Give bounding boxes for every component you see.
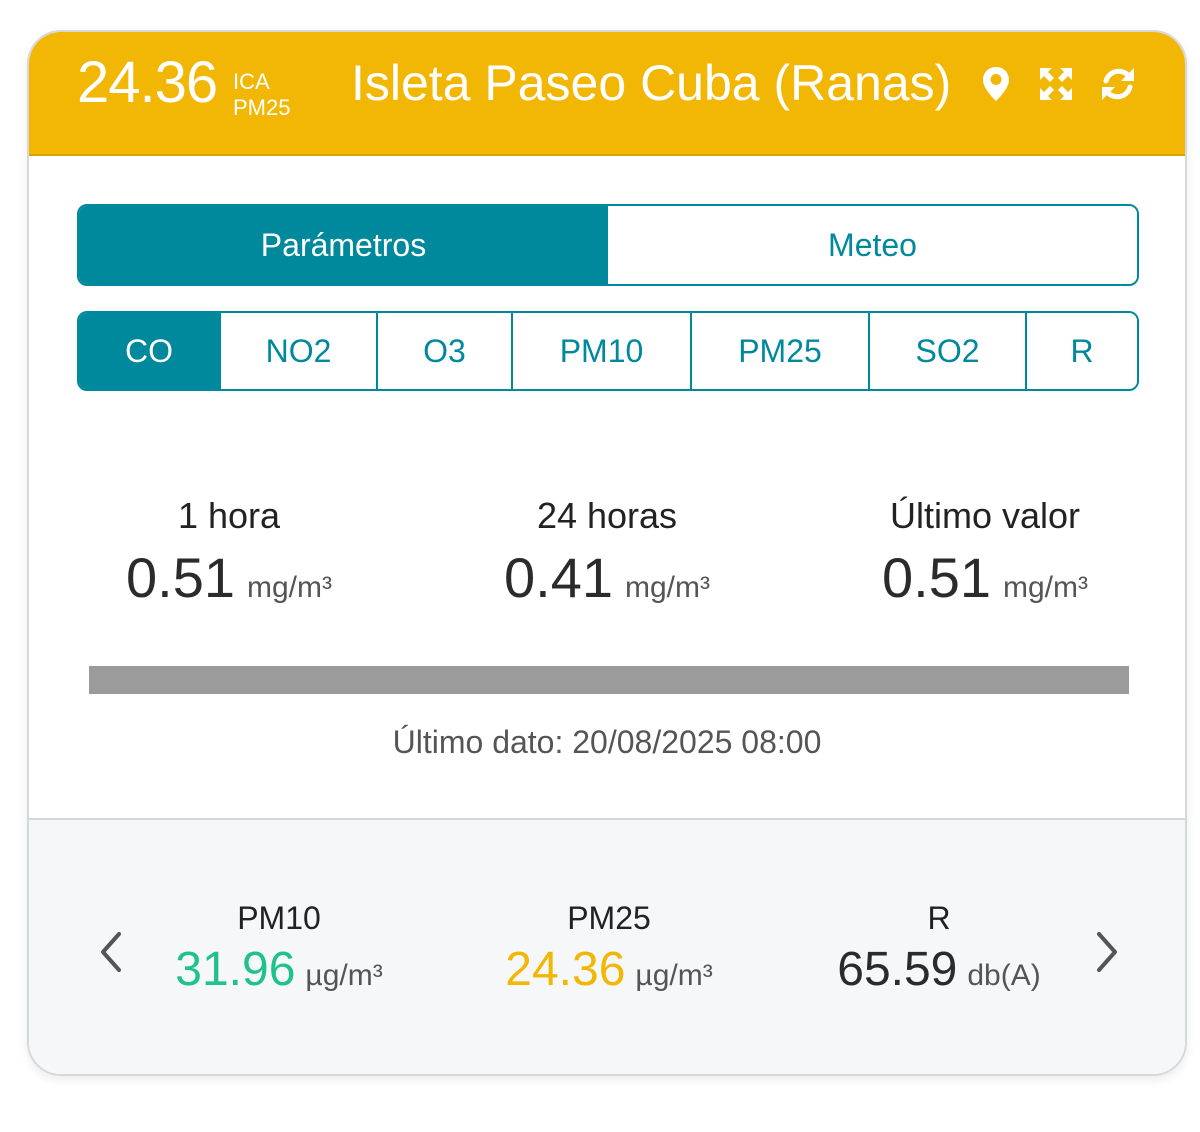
summary-label: PM10: [237, 900, 321, 936]
param-pm10[interactable]: PM10: [513, 313, 692, 389]
summary-unit: µg/m³: [635, 959, 713, 992]
view-tabs: Parámetros Meteo: [77, 204, 1139, 286]
level-bar: [89, 666, 1129, 694]
param-co[interactable]: CO: [79, 313, 221, 389]
expand-icon[interactable]: [1036, 64, 1076, 104]
ica-pollutant: PM25: [233, 95, 291, 120]
station-header: 24.36 ICA PM25 Isleta Paseo Cuba (Ranas): [29, 32, 1185, 156]
stat-24-horas: 24 horas 0.41 mg/m³: [437, 494, 777, 610]
stat-value: 0.41: [504, 546, 613, 609]
summary-value: 65.59: [837, 943, 958, 996]
stat-label: 1 hora: [177, 495, 281, 536]
summary-carousel: PM10 31.96 µg/m³ PM25 24.36 µg/m³ R 65.59 d…: [29, 818, 1185, 1074]
stat-value: 0.51: [882, 546, 991, 609]
stat-unit: mg/m³: [247, 571, 332, 604]
summary-unit: db(A): [967, 959, 1041, 992]
stat-value: 0.51: [126, 546, 235, 609]
stat-ultimo-valor: Último valor 0.51 mg/m³: [815, 494, 1155, 610]
station-title: Isleta Paseo Cuba (Ranas): [351, 55, 952, 111]
map-marker-icon[interactable]: [976, 64, 1016, 104]
summary-pm10[interactable]: PM10 31.96 µg/m³: [114, 898, 444, 998]
stat-label: Último valor: [889, 495, 1081, 536]
summary-pm25[interactable]: PM25 24.36 µg/m³: [444, 898, 774, 998]
stat-1-hora: 1 hora 0.51 mg/m³: [59, 494, 399, 610]
param-o3[interactable]: O3: [378, 313, 513, 389]
summary-value: 31.96: [175, 943, 296, 996]
param-so2[interactable]: SO2: [870, 313, 1027, 389]
ica-value: 24.36: [77, 50, 218, 115]
tab-parametros[interactable]: Parámetros: [79, 206, 608, 284]
summary-unit: µg/m³: [305, 959, 383, 992]
summary-r[interactable]: R 65.59 db(A): [774, 898, 1104, 998]
param-no2[interactable]: NO2: [221, 313, 378, 389]
last-data-timestamp: Último dato: 20/08/2025 08:00: [392, 724, 822, 760]
tab-meteo[interactable]: Meteo: [608, 206, 1137, 284]
stat-unit: mg/m³: [625, 571, 710, 604]
summary-value: 24.36: [505, 943, 626, 996]
param-pm25[interactable]: PM25: [692, 313, 870, 389]
ica-label: ICA: [233, 69, 270, 94]
refresh-icon[interactable]: [1098, 64, 1138, 104]
stat-unit: mg/m³: [1003, 571, 1088, 604]
parameter-selector: CO NO2 O3 PM10 PM25 SO2 R: [77, 311, 1139, 391]
stat-label: 24 horas: [536, 495, 678, 536]
summary-label: PM25: [567, 900, 651, 936]
station-card: 24.36 ICA PM25 Isleta Paseo Cuba (Ranas): [27, 30, 1187, 1076]
param-r[interactable]: R: [1027, 313, 1137, 389]
summary-label: R: [927, 900, 951, 936]
